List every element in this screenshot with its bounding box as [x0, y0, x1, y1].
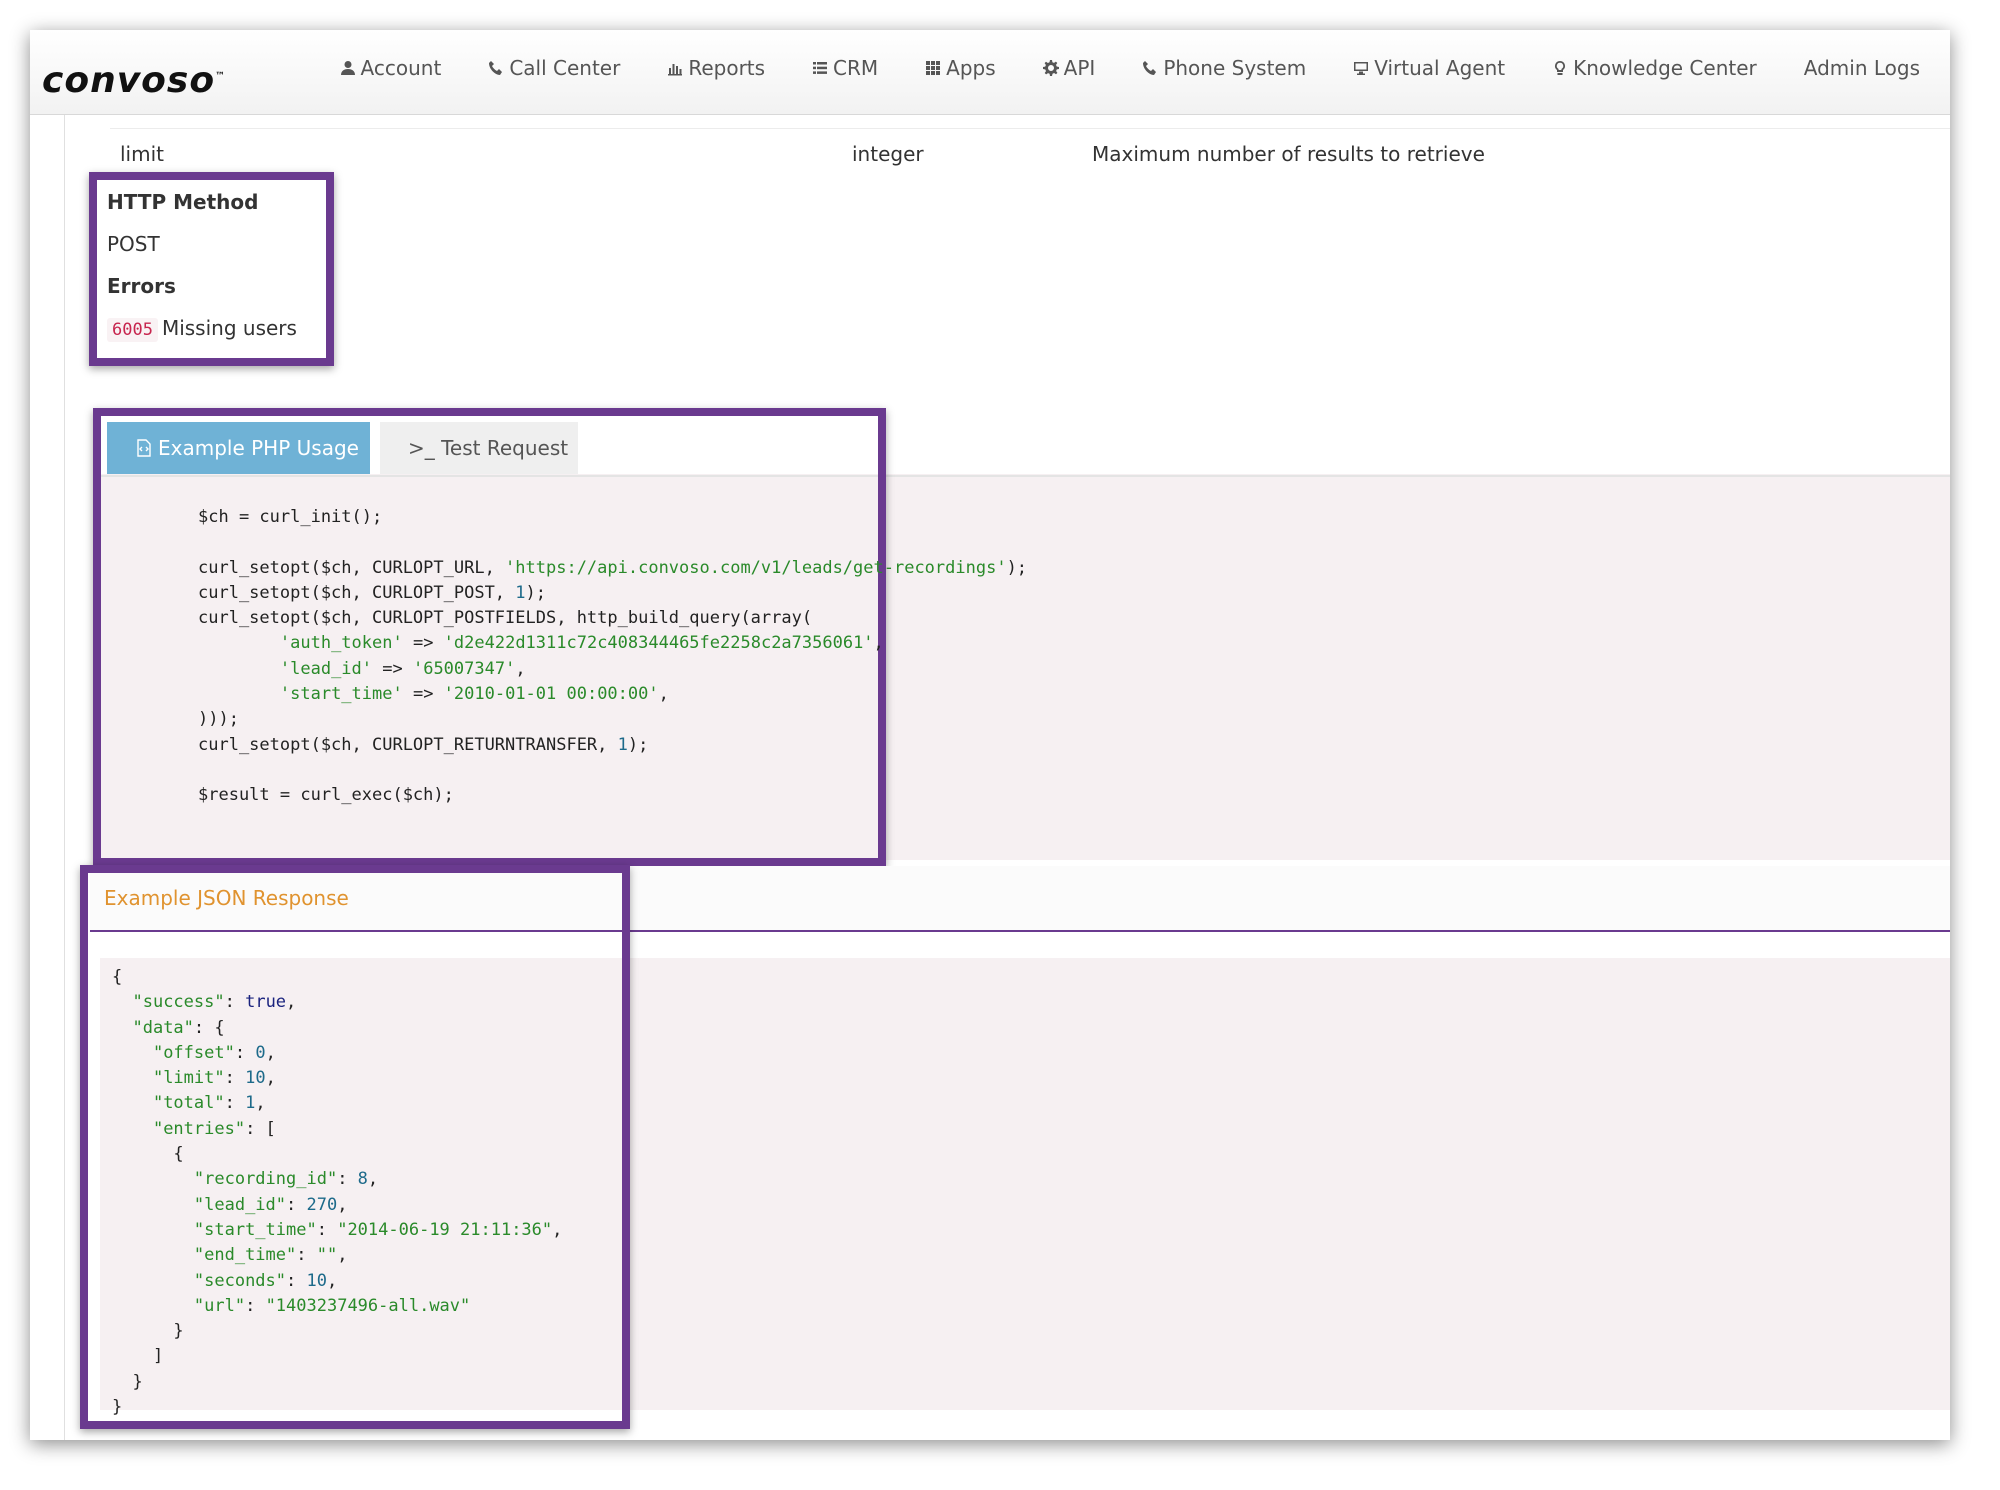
error-message: Missing users: [161, 316, 297, 340]
convoso-logo[interactable]: convoso™: [42, 60, 226, 101]
table-divider: [110, 128, 1950, 129]
http-method-value: POST: [107, 232, 160, 256]
nav-admin-logs[interactable]: Admin Logs: [1804, 56, 1920, 80]
phone-icon: [1143, 61, 1157, 75]
phone-icon: [489, 61, 503, 75]
errors-heading: Errors: [107, 274, 176, 298]
nav-reports[interactable]: Reports: [667, 56, 765, 80]
monitor-icon: [1354, 62, 1369, 75]
nav-apps[interactable]: Apps: [925, 56, 996, 80]
api-doc-content: limit integer Maximum number of results …: [30, 30, 1950, 1440]
nav-virtual-agent[interactable]: Virtual Agent: [1353, 56, 1505, 80]
lightbulb-icon: [1555, 61, 1566, 75]
gear-icon: [1042, 60, 1059, 76]
param-type: integer: [852, 142, 924, 166]
nav-crm[interactable]: CRM: [812, 56, 878, 80]
user-icon: [340, 61, 355, 75]
list-icon: [813, 62, 828, 74]
nav-call-center[interactable]: Call Center: [488, 56, 620, 80]
nav-account[interactable]: Account: [340, 56, 441, 80]
http-method-heading: HTTP Method: [107, 190, 259, 214]
param-name: limit: [120, 142, 164, 166]
error-code: 6005: [107, 318, 158, 342]
nav-api[interactable]: API: [1042, 56, 1095, 80]
nav-phone-system[interactable]: Phone System: [1142, 56, 1306, 80]
browser-window: convoso™ Account Call Center Reports CRM…: [30, 30, 1950, 1440]
main-nav: Account Call Center Reports CRM Apps API: [293, 56, 1920, 80]
nav-knowledge-center[interactable]: Knowledge Center: [1552, 56, 1757, 80]
error-item: 6005 Missing users: [107, 316, 297, 342]
top-navbar: convoso™ Account Call Center Reports CRM…: [30, 30, 1950, 115]
php-code-block: $ch = curl_init(); curl_setopt($ch, CURL…: [198, 507, 1028, 806]
json-code-block: { "success": true, "data": { "offset": 0…: [112, 967, 563, 1418]
grid-icon: [926, 61, 941, 75]
param-description: Maximum number of results to retrieve: [1092, 142, 1485, 166]
bar-chart-icon: [668, 64, 683, 76]
